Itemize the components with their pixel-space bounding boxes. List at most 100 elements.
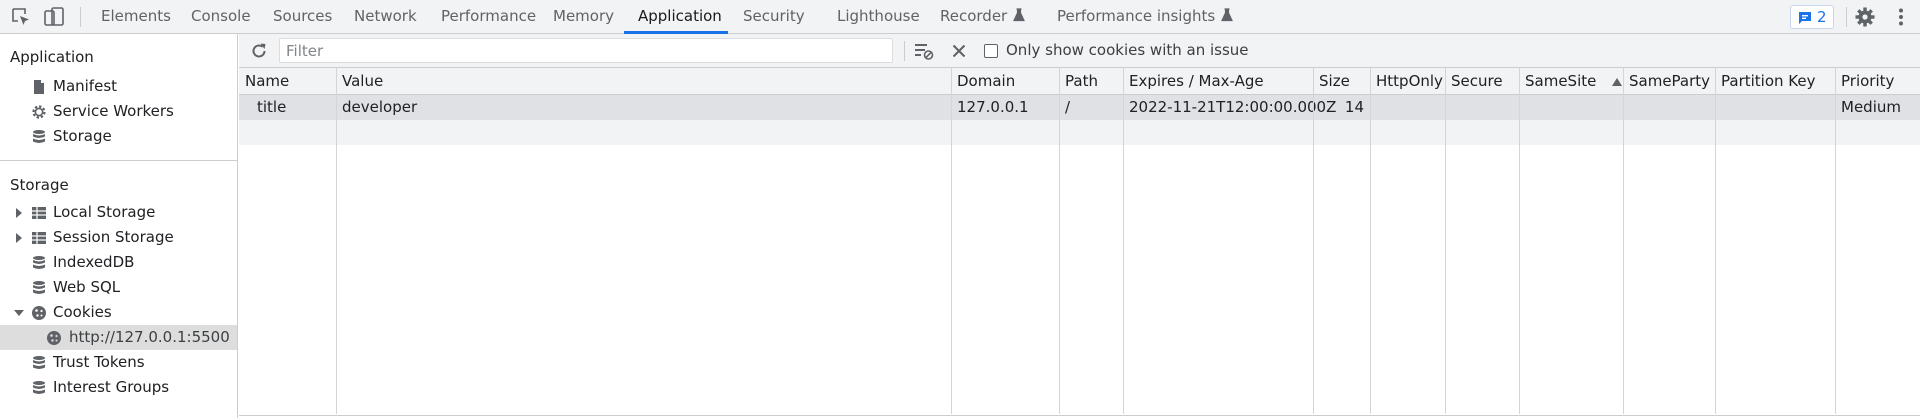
sidebar-item-label: Manifest	[53, 77, 118, 95]
cookie-icon	[31, 305, 47, 321]
sidebar-item-label: Storage	[53, 127, 112, 145]
tab-memory[interactable]: Memory	[553, 0, 614, 34]
sidebar-item-manifest[interactable]: Manifest	[0, 74, 237, 99]
cookies-table: Name Value Domain Path Expires / Max-Age…	[239, 68, 1920, 416]
cell-name: title	[257, 98, 287, 116]
column-divider	[1313, 68, 1314, 414]
column-divider	[1370, 68, 1371, 414]
expand-arrow-icon[interactable]	[16, 233, 22, 243]
tab-performance-insights[interactable]: Performance insights	[1057, 0, 1234, 34]
refresh-icon[interactable]	[249, 41, 269, 61]
column-header-priority[interactable]: Priority	[1835, 68, 1894, 95]
column-header-samesite[interactable]: SameSite	[1519, 68, 1596, 95]
sidebar-item-interest-groups[interactable]: Interest Groups	[0, 375, 237, 400]
tab-network[interactable]: Network	[354, 0, 417, 34]
column-header-domain[interactable]: Domain	[951, 68, 1015, 95]
only-issues-checkbox[interactable]	[984, 44, 998, 58]
database-icon	[31, 280, 47, 296]
sidebar-item-label: Local Storage	[53, 203, 156, 221]
column-divider	[951, 68, 952, 414]
sidebar-item-web-sql[interactable]: Web SQL	[0, 275, 237, 300]
column-divider	[1835, 68, 1836, 414]
column-header-name[interactable]: Name	[239, 68, 289, 95]
tab-application[interactable]: Application	[638, 0, 722, 34]
column-header-value[interactable]: Value	[336, 68, 383, 95]
tab-performance[interactable]: Performance	[441, 0, 536, 34]
column-header-httponly[interactable]: HttpOnly	[1370, 68, 1443, 95]
tab-console[interactable]: Console	[191, 0, 251, 34]
table-row[interactable]: title developer 127.0.0.1 / 2022-11-21T1…	[239, 95, 1920, 120]
section-heading-storage: Storage	[10, 176, 69, 194]
sidebar-item-local-storage[interactable]: Local Storage	[0, 200, 237, 225]
sidebar-item-label: Cookies	[53, 303, 112, 321]
sidebar-item-indexeddb[interactable]: IndexedDB	[0, 250, 237, 275]
sidebar-item-storage[interactable]: Storage	[0, 124, 237, 149]
issues-count: 2	[1817, 8, 1827, 26]
application-sidebar: Application Manifest Service Workers Sto…	[0, 34, 238, 418]
expand-arrow-icon[interactable]	[16, 208, 22, 218]
column-divider	[1519, 68, 1520, 414]
sidebar-item-session-storage[interactable]: Session Storage	[0, 225, 237, 250]
collapse-arrow-icon[interactable]	[14, 310, 24, 316]
cell-path: /	[1065, 98, 1071, 116]
column-header-path[interactable]: Path	[1059, 68, 1098, 95]
column-header-secure[interactable]: Secure	[1445, 68, 1503, 95]
clear-filtered-cookies-icon[interactable]	[913, 41, 934, 61]
sidebar-divider	[0, 160, 238, 161]
settings-gear-icon[interactable]	[1854, 6, 1876, 28]
cookies-toolbar: Only show cookies with an issue	[239, 34, 1920, 68]
issue-message-icon	[1797, 10, 1813, 30]
grid-icon	[31, 205, 47, 221]
sidebar-item-cookies[interactable]: Cookies	[0, 300, 237, 325]
sidebar-item-label: http://127.0.0.1:5500	[69, 328, 230, 346]
cell-domain: 127.0.0.1	[957, 98, 1029, 116]
filter-input[interactable]	[280, 39, 892, 62]
devtools-tab-bar: Elements Console Sources Network Perform…	[0, 0, 1920, 34]
column-header-expires[interactable]: Expires / Max-Age	[1123, 68, 1264, 95]
sidebar-item-service-workers[interactable]: Service Workers	[0, 99, 237, 124]
table-header: Name Value Domain Path Expires / Max-Age…	[239, 68, 1920, 95]
tab-security[interactable]: Security	[743, 0, 805, 34]
column-divider	[1715, 68, 1716, 414]
sidebar-item-label: Interest Groups	[53, 378, 170, 396]
issues-counter-button[interactable]: 2	[1790, 5, 1834, 29]
cell-value: developer	[342, 98, 418, 116]
section-heading-application: Application	[10, 48, 94, 66]
cookie-icon	[46, 330, 62, 346]
tab-recorder-label: Recorder	[940, 7, 1008, 25]
database-icon	[31, 255, 47, 271]
grid-icon	[31, 230, 47, 246]
toolbar-divider	[80, 7, 81, 27]
tab-recorder[interactable]: Recorder	[940, 0, 1026, 34]
clear-all-cookies-icon[interactable]	[949, 41, 969, 61]
inspect-element-icon[interactable]	[10, 6, 32, 28]
sidebar-item-label: IndexedDB	[53, 253, 135, 271]
gear-icon	[31, 104, 47, 120]
sidebar-item-trust-tokens[interactable]: Trust Tokens	[0, 350, 237, 375]
column-header-sameparty[interactable]: SameParty	[1623, 68, 1710, 95]
tab-lighthouse[interactable]: Lighthouse	[837, 0, 920, 34]
filter-input-wrapper	[279, 38, 893, 63]
column-divider	[1623, 68, 1624, 414]
column-divider	[1059, 68, 1060, 414]
more-options-icon[interactable]	[1890, 6, 1912, 28]
only-issues-label[interactable]: Only show cookies with an issue	[1006, 41, 1249, 59]
tab-elements[interactable]: Elements	[101, 0, 171, 34]
sidebar-item-label: Web SQL	[53, 278, 121, 296]
column-divider	[1123, 68, 1124, 414]
cell-expires: 2022-11-21T12:00:00.000Z	[1129, 98, 1337, 116]
cell-priority: Medium	[1841, 98, 1901, 116]
device-toggle-icon[interactable]	[43, 6, 65, 28]
toolbar-divider	[1846, 7, 1847, 27]
database-icon	[31, 355, 47, 371]
toolbar-divider	[904, 41, 905, 61]
empty-table-row[interactable]	[239, 120, 1920, 145]
sidebar-item-label: Service Workers	[53, 102, 174, 120]
document-icon	[31, 79, 47, 95]
tab-sources[interactable]: Sources	[273, 0, 332, 34]
cell-size: 14	[1344, 98, 1364, 116]
sidebar-item-label: Trust Tokens	[53, 353, 145, 371]
column-header-size[interactable]: Size	[1313, 68, 1350, 95]
sidebar-item-cookie-origin[interactable]: http://127.0.0.1:5500	[0, 325, 237, 350]
column-header-partition-key[interactable]: Partition Key	[1715, 68, 1815, 95]
